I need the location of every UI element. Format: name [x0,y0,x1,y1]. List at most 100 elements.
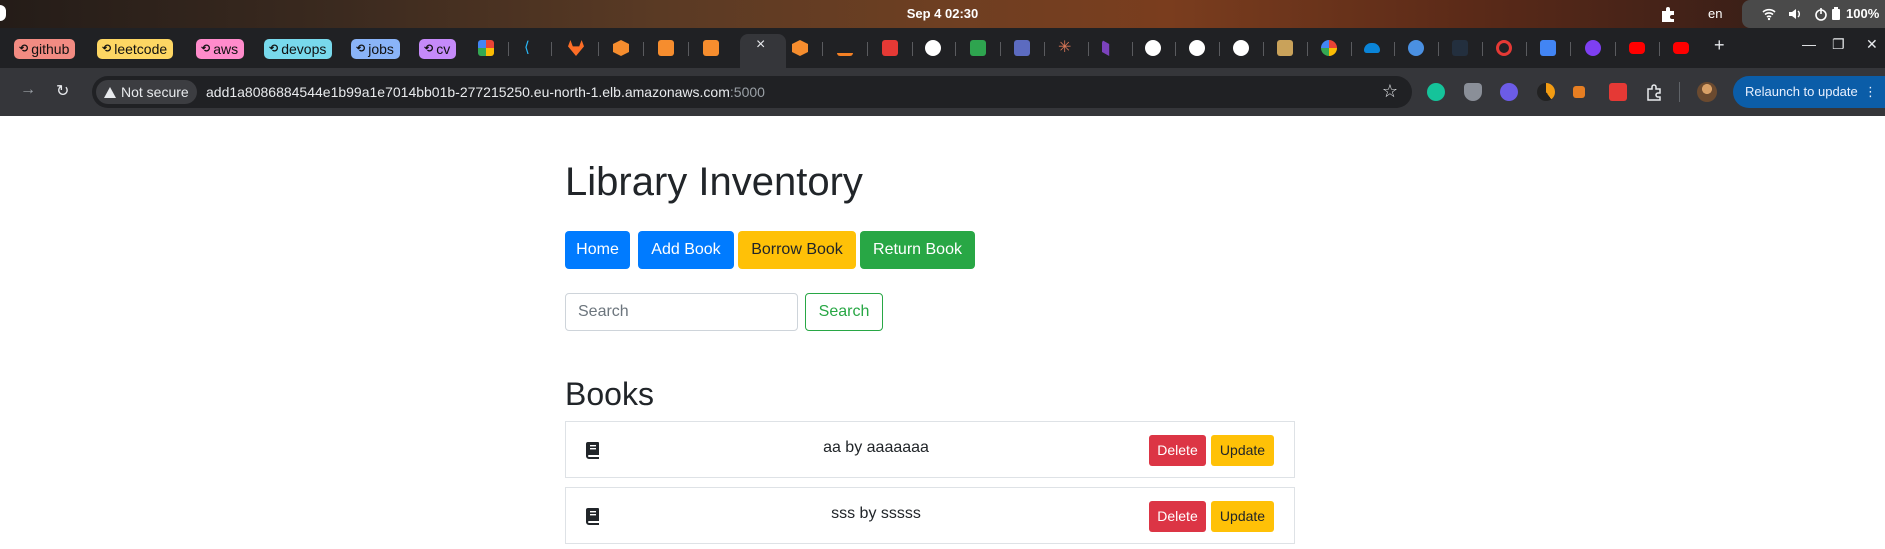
url-host: add1a8086884544e1b99a1e7014bb01b-2772152… [206,84,730,100]
tab-favicon-icon[interactable] [970,40,986,56]
tab-favicon-icon[interactable] [1277,40,1293,56]
tab-favicon-icon[interactable] [792,40,808,56]
extension-icon[interactable] [1573,86,1585,98]
more-menu-icon[interactable]: ⋮ [1864,76,1877,108]
tab-favicon-icon[interactable] [658,40,674,56]
google-icon[interactable] [1321,40,1337,56]
add-book-button[interactable]: Add Book [638,231,734,269]
borrow-book-button[interactable]: Borrow Book [738,231,856,269]
tab-group-github[interactable]: ⟲ github [14,39,76,59]
extensions-puzzle-icon[interactable] [1645,83,1663,101]
extensions-puzzle-icon[interactable] [1659,5,1677,23]
tab-group-label: jobs [368,41,394,57]
url-text[interactable]: add1a8086884544e1b99a1e7014bb01b-2772152… [206,84,765,100]
bookmark-star-icon[interactable]: ☆ [1382,81,1398,102]
github-icon[interactable] [1233,40,1249,56]
tab-group-aws[interactable]: ⟲ aws [196,39,245,59]
terraform-icon[interactable] [1102,40,1110,56]
extension-icon[interactable] [1537,83,1555,101]
update-book-button[interactable]: Update [1211,501,1274,532]
delete-book-button[interactable]: Delete [1149,501,1206,532]
update-book-button[interactable]: Update [1211,435,1274,466]
tab-group-cv[interactable]: ⟲ cv [419,39,457,59]
system-tray[interactable]: 100% [1742,0,1885,28]
search-input[interactable]: Search [565,293,798,331]
books-heading: Books [565,376,654,412]
tab-separator [1659,42,1660,56]
gitlab-icon[interactable] [568,40,584,56]
chatgpt-icon[interactable] [925,40,941,56]
tab-group-devops[interactable]: ⟲ devops [264,39,333,59]
claude-icon[interactable]: ✳ [1058,40,1074,56]
shield-extension-icon[interactable] [1464,83,1482,101]
tab-favicon-icon[interactable] [1585,40,1601,56]
tab-favicon-icon[interactable] [478,40,494,56]
tab-favicon-icon[interactable] [703,40,719,56]
volume-icon [1789,9,1800,19]
tab-separator [1482,42,1483,56]
tab-separator [1570,42,1571,56]
github-icon[interactable] [1189,40,1205,56]
tab-group-jobs[interactable]: ⟲ jobs [351,39,400,59]
os-clock[interactable]: Sep 4 02:30 [0,6,1885,21]
tab-favicon-icon[interactable] [1496,40,1512,56]
battery-percent: 100% [1846,6,1880,21]
tab-favicon-icon[interactable] [882,40,898,56]
relaunch-to-update-button[interactable]: Relaunch to update ⋮ [1733,76,1885,108]
tab-group-label: cv [436,41,451,57]
tab-separator [1526,42,1527,56]
tab-group-label: github [31,41,70,57]
tab-separator [1615,42,1616,56]
youtube-icon[interactable] [1629,42,1645,54]
language-indicator[interactable]: en [1708,6,1722,21]
tab-separator [1438,42,1439,56]
restore-window-button[interactable]: ❐ [1832,36,1845,53]
tab-favicon-icon[interactable]: ⟨ [524,40,540,56]
warning-icon [104,86,116,98]
tab-separator [1000,42,1001,56]
link-icon: ⟲ [102,43,112,55]
tab-separator [1351,42,1352,56]
tab-separator [1394,42,1395,56]
github-icon[interactable] [1145,40,1161,56]
tab-separator [822,42,823,56]
tab-favicon-icon[interactable] [1014,40,1030,56]
onedrive-icon[interactable] [1364,43,1380,53]
address-bar[interactable]: Not secure add1a8086884544e1b99a1e7014bb… [92,76,1412,108]
new-tab-button[interactable]: + [1714,35,1725,56]
delete-book-button[interactable]: Delete [1149,435,1206,466]
home-button[interactable]: Home [565,231,630,269]
tab-separator [1175,42,1176,56]
tab-group-leetcode[interactable]: ⟲ leetcode [97,39,174,59]
close-tab-icon[interactable]: × [756,37,765,53]
search-button[interactable]: Search [805,293,883,331]
reload-icon[interactable]: ↻ [56,81,69,101]
site-security-chip[interactable]: Not secure [96,80,197,104]
youtube-icon[interactable] [1673,42,1689,54]
minimize-window-button[interactable]: — [1802,36,1816,52]
link-icon: ⟲ [424,43,434,55]
tab-separator [1263,42,1264,56]
tab-favicon-icon[interactable] [1408,40,1424,56]
link-icon: ⟲ [269,43,279,55]
browser-toolbar: → ↻ Not secure add1a8086884544e1b99a1e70… [0,68,1885,116]
tab-separator [508,42,509,56]
book-list-item: aa by aaaaaaa Delete Update [565,421,1295,478]
extension-icon[interactable] [1500,83,1518,101]
tab-favicon-icon[interactable] [613,40,629,56]
google-docs-icon[interactable] [1540,40,1556,56]
profile-avatar[interactable] [1697,82,1717,102]
aws-icon[interactable] [1452,40,1468,56]
page-content: Library Inventory Home Add Book Borrow B… [0,116,1885,549]
grammarly-icon[interactable] [1427,83,1445,101]
tab-separator [1307,42,1308,56]
tab-separator [643,42,644,56]
return-book-button[interactable]: Return Book [860,231,975,269]
close-window-button[interactable]: ✕ [1866,36,1878,53]
stackoverflow-icon[interactable] [837,40,853,56]
extension-icon[interactable] [1609,83,1627,101]
tab-separator [688,42,689,56]
book-label: sss by sssss [831,505,921,522]
book-label: aa by aaaaaaa [823,439,929,456]
forward-arrow-icon[interactable]: → [20,81,36,99]
